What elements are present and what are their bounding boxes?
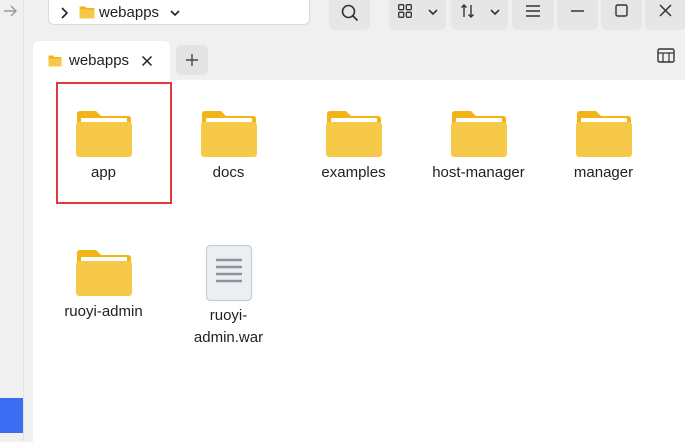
folder-icon	[576, 111, 632, 157]
chevron-down-icon	[490, 9, 500, 16]
file-item-ruoyi-admin-war[interactable]: ruoyi- admin.war	[166, 244, 291, 349]
folder-icon	[79, 6, 95, 19]
item-label-line2: admin.war	[193, 329, 264, 346]
tab-webapps[interactable]: webapps	[33, 41, 170, 80]
tab-label: webapps	[69, 52, 130, 69]
chevron-right-icon[interactable]	[57, 6, 71, 20]
view-mode-button[interactable]	[389, 0, 446, 30]
chevron-down-icon[interactable]	[169, 7, 181, 19]
folder-icon	[201, 111, 257, 157]
folder-item-examples[interactable]: examples	[291, 110, 416, 184]
left-sidebar-edge	[0, 0, 24, 442]
folder-icon	[76, 111, 132, 157]
folder-item-host-manager[interactable]: host-manager	[416, 110, 541, 184]
close-window-button[interactable]	[645, 0, 685, 30]
side-panel-toggle-icon[interactable]	[657, 48, 675, 64]
minimize-icon	[571, 10, 584, 12]
file-grid[interactable]: app docs examples host-manager manager r…	[33, 80, 685, 442]
item-label: manager	[573, 164, 634, 181]
folder-item-ruoyi-admin[interactable]: ruoyi-admin	[41, 249, 166, 323]
document-file-icon	[205, 244, 252, 302]
forward-arrow-icon[interactable]	[2, 2, 20, 20]
chevron-down-icon	[428, 9, 438, 16]
minimize-button[interactable]	[557, 0, 598, 30]
search-icon	[341, 4, 359, 22]
folder-icon	[76, 250, 132, 296]
folder-item-docs[interactable]: docs	[166, 110, 291, 184]
folder-icon	[451, 111, 507, 157]
new-tab-button[interactable]	[176, 45, 208, 75]
breadcrumb-current[interactable]: webapps	[99, 4, 159, 21]
sort-icon	[461, 4, 474, 18]
item-label: ruoyi-admin	[64, 303, 143, 320]
close-tab-icon[interactable]	[141, 55, 153, 67]
item-label: docs	[212, 164, 245, 181]
grid-view-icon	[398, 4, 412, 18]
folder-item-manager[interactable]: manager	[541, 110, 666, 184]
plus-icon	[186, 54, 198, 66]
folder-item-app[interactable]: app	[41, 110, 166, 184]
sort-button[interactable]	[451, 0, 508, 30]
search-button[interactable]	[329, 0, 370, 30]
maximize-button[interactable]	[601, 0, 642, 30]
item-label: app	[90, 164, 117, 181]
sidebar-selected-indicator[interactable]	[0, 398, 23, 433]
close-icon	[659, 4, 672, 17]
maximize-icon	[615, 4, 628, 17]
main-menu-button[interactable]	[512, 0, 554, 30]
item-label-line1: ruoyi-	[209, 307, 248, 324]
path-bar[interactable]: webapps	[48, 0, 310, 25]
folder-icon	[326, 111, 382, 157]
item-label: host-manager	[432, 164, 525, 181]
hamburger-menu-icon	[526, 5, 540, 17]
folder-icon	[48, 55, 62, 66]
item-label: examples	[321, 164, 386, 181]
